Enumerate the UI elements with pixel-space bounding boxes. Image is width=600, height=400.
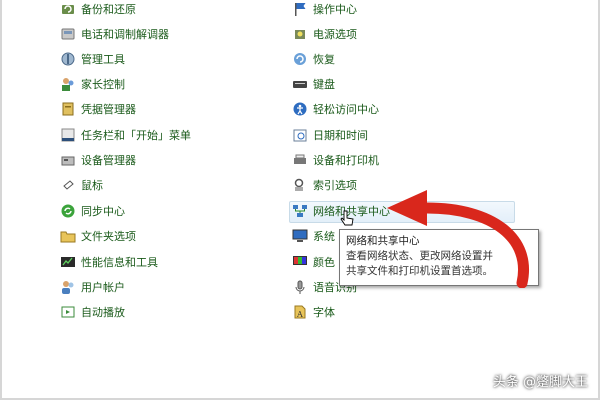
item-label: 用户帐户 xyxy=(81,281,125,294)
fonts-icon: A xyxy=(294,305,306,319)
item-label: 字体 xyxy=(313,306,335,319)
item-devices-printers[interactable]: 设备和打印机 xyxy=(292,150,379,170)
item-label: 轻松访问中心 xyxy=(313,103,379,116)
folder-options-icon xyxy=(60,231,76,243)
watermark: 头条 @蹩脚大王 xyxy=(492,375,588,390)
item-action-center[interactable]: 操作中心 xyxy=(292,0,357,19)
item-label: 索引选项 xyxy=(313,179,357,192)
item-label: 管理工具 xyxy=(81,53,125,66)
item-ease-of-access[interactable]: 轻松访问中心 xyxy=(292,99,379,119)
item-label: 设备管理器 xyxy=(81,154,136,167)
action-center-flag-icon xyxy=(295,3,306,16)
keyboard-icon xyxy=(293,81,307,88)
recovery-icon xyxy=(294,53,306,65)
power-options-icon xyxy=(295,30,305,39)
item-parental-controls[interactable]: 家长控制 xyxy=(60,74,125,94)
mouse-icon xyxy=(63,180,74,190)
item-label: 电源选项 xyxy=(313,28,357,41)
credential-manager-icon xyxy=(62,102,74,116)
item-label: 任务栏和「开始」菜单 xyxy=(81,129,191,142)
color-management-icon xyxy=(293,256,307,265)
item-label: 操作中心 xyxy=(313,3,357,16)
parental-controls-icon xyxy=(62,78,74,91)
item-label: 颜色 xyxy=(313,256,335,269)
taskbar-start-icon xyxy=(61,128,75,142)
devices-printers-icon xyxy=(294,154,306,164)
indexing-options-icon xyxy=(294,178,304,191)
item-folder-options[interactable]: 文件夹选项 xyxy=(60,226,136,246)
item-phone-modem[interactable]: 电话和调制解调器 xyxy=(60,24,169,44)
item-user-accounts[interactable]: 用户帐户 xyxy=(60,277,125,297)
system-icon xyxy=(292,229,308,242)
speech-recognition-icon xyxy=(295,280,305,294)
item-credential-manager[interactable]: 凭据管理器 xyxy=(60,99,136,119)
item-label: 备份和还原 xyxy=(81,3,136,16)
item-label: 恢复 xyxy=(313,53,335,66)
item-color-management[interactable]: 颜色 xyxy=(292,252,335,272)
ease-of-access-icon xyxy=(293,102,307,116)
network-sharing-icon xyxy=(293,205,307,217)
item-label: 家长控制 xyxy=(81,78,125,91)
sync-center-icon xyxy=(61,204,75,218)
red-arrow-icon xyxy=(387,190,529,288)
item-power-options[interactable]: 电源选项 xyxy=(292,24,357,44)
item-label: 文件夹选项 xyxy=(81,230,136,243)
performance-icon xyxy=(61,257,75,267)
user-accounts-icon xyxy=(62,281,74,294)
phone-modem-icon xyxy=(61,28,75,40)
item-recovery[interactable]: 恢复 xyxy=(292,49,335,69)
item-autoplay[interactable]: 自动播放 xyxy=(60,302,125,322)
svg-text:A: A xyxy=(296,310,303,319)
backup-restore-icon xyxy=(62,5,74,14)
item-label: 同步中心 xyxy=(81,205,125,218)
item-label: 自动播放 xyxy=(81,306,125,319)
admin-tools-icon xyxy=(61,52,75,66)
autoplay-icon xyxy=(61,306,75,318)
item-fonts[interactable]: A 字体 xyxy=(292,302,335,322)
item-sync-center[interactable]: 同步中心 xyxy=(60,201,125,221)
item-device-manager[interactable]: 设备管理器 xyxy=(60,150,136,170)
item-label: 日期和时间 xyxy=(313,129,368,142)
item-date-time[interactable]: 日期和时间 xyxy=(292,125,368,145)
item-label: 性能信息和工具 xyxy=(81,256,158,269)
item-system[interactable]: 系统 xyxy=(292,226,335,246)
item-label: 电话和调制解调器 xyxy=(81,28,169,41)
date-time-icon xyxy=(293,129,307,142)
item-label: 凭据管理器 xyxy=(81,103,136,116)
item-mouse[interactable]: 鼠标 xyxy=(60,175,103,195)
item-performance[interactable]: 性能信息和工具 xyxy=(60,252,158,272)
item-backup-restore[interactable]: 备份和还原 xyxy=(60,0,136,19)
item-label: 系统 xyxy=(313,230,335,243)
item-label: 键盘 xyxy=(313,78,335,91)
control-panel-window: 备份和还原 电话和调制解调器 管理工具 家长控制 凭据管理器 任务栏和「开始」菜… xyxy=(0,0,600,400)
hand-cursor-icon xyxy=(340,210,354,226)
item-label: 鼠标 xyxy=(81,179,103,192)
item-indexing-options[interactable]: 索引选项 xyxy=(292,175,357,195)
item-keyboard[interactable]: 键盘 xyxy=(292,74,335,94)
device-manager-icon xyxy=(61,156,75,166)
item-label: 设备和打印机 xyxy=(313,154,379,167)
item-taskbar-start[interactable]: 任务栏和「开始」菜单 xyxy=(60,125,191,145)
item-admin-tools[interactable]: 管理工具 xyxy=(60,49,125,69)
